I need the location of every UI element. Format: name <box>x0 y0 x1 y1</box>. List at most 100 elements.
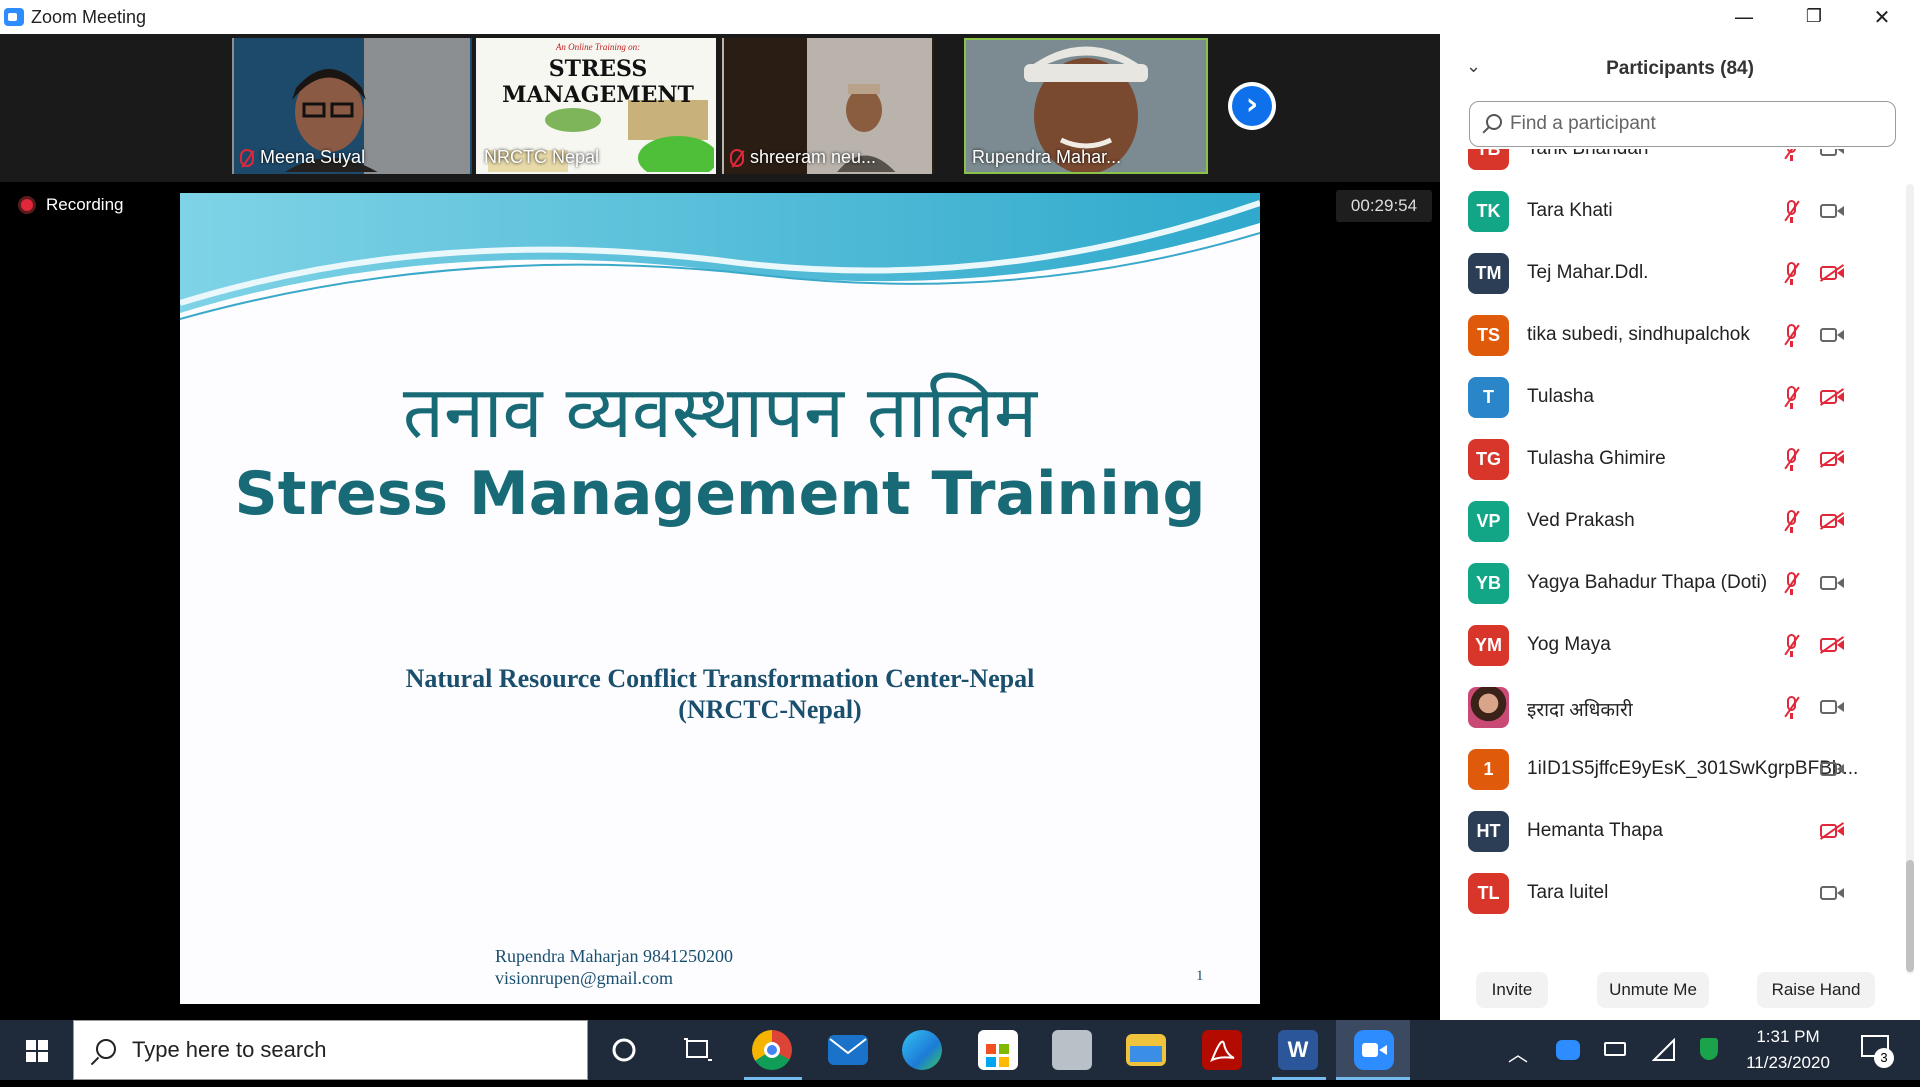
participant-name: Ved Prakash <box>1527 510 1635 531</box>
file-explorer-icon[interactable] <box>1126 1034 1166 1066</box>
mic-muted-icon[interactable] <box>1782 149 1800 162</box>
cortana-icon[interactable] <box>592 1020 656 1080</box>
video-camera-icon[interactable] <box>1820 202 1844 220</box>
notification-center-icon[interactable]: 3 <box>1860 1034 1894 1068</box>
taskbar-clock[interactable]: 1:31 PM 11/23/2020 <box>1728 1024 1848 1076</box>
slide-title-english: Stress Management Training <box>234 459 1206 529</box>
invite-button[interactable]: Invite <box>1476 972 1548 1008</box>
participant-list: TB Tank Bhandari TK Tara Khati TM Tej Mahar.D… <box>1440 149 1908 974</box>
mic-muted-icon[interactable] <box>1782 696 1800 720</box>
video-camera-icon[interactable] <box>1820 149 1844 158</box>
video-thumbnail-nrctc[interactable]: An Online Training on: STRESS MANAGEMENT… <box>476 38 716 174</box>
unmute-me-button[interactable]: Unmute Me <box>1597 972 1709 1008</box>
avatar <box>1468 687 1509 728</box>
recording-indicator[interactable]: Recording <box>18 195 124 215</box>
scanner-icon[interactable] <box>1052 1030 1092 1070</box>
participant-row[interactable]: TL Tara luitel <box>1440 863 1908 925</box>
taskbar-search-input[interactable] <box>132 1035 572 1065</box>
start-button[interactable] <box>6 1020 66 1080</box>
participant-name: Tara Khati <box>1527 200 1613 221</box>
shared-screen-slide: तनाव व्यवस्थापन तालिम Stress Management … <box>180 193 1260 1004</box>
tray-overflow-icon[interactable]: ︿ <box>1508 1038 1528 1067</box>
video-camera-icon[interactable] <box>1820 574 1844 592</box>
video-camera-icon[interactable] <box>1820 326 1844 344</box>
scrollbar-thumb[interactable] <box>1906 860 1914 972</box>
participant-search-input[interactable] <box>1510 110 1880 138</box>
video-camera-icon[interactable] <box>1820 760 1844 778</box>
mic-muted-icon[interactable] <box>1782 634 1800 658</box>
video-thumbnail-meena[interactable]: Meena Suyal <box>232 38 472 174</box>
store-icon[interactable] <box>978 1030 1018 1070</box>
mic-muted-icon[interactable] <box>1782 448 1800 472</box>
participant-row[interactable]: 1 1iID1S5jffcE9yEsK_301SwKgrpBFBb... <box>1440 739 1908 801</box>
next-page-button[interactable]: › <box>1228 82 1276 130</box>
participant-row[interactable]: इरादा अधिकारी <box>1440 677 1908 739</box>
video-thumbnail-shreeram[interactable]: shreeram neu... <box>722 38 934 174</box>
video-off-icon[interactable] <box>1820 822 1844 840</box>
mic-muted-icon[interactable] <box>1782 386 1800 410</box>
participant-row[interactable]: T Tulasha <box>1440 367 1908 429</box>
thumbnail-name: Rupendra Mahar... <box>972 147 1122 167</box>
battery-icon[interactable] <box>1604 1042 1626 1056</box>
mic-muted-icon[interactable] <box>1782 262 1800 286</box>
participant-row[interactable]: TM Tej Mahar.Ddl. <box>1440 243 1908 305</box>
mic-muted-icon[interactable] <box>1782 510 1800 534</box>
slide-wave-decoration <box>180 193 1260 320</box>
search-icon <box>96 1039 116 1059</box>
video-off-icon[interactable] <box>1820 388 1844 406</box>
mic-muted-icon[interactable] <box>1782 200 1800 224</box>
taskbar-search[interactable] <box>73 1020 588 1080</box>
video-off-icon[interactable] <box>1820 636 1844 654</box>
panel-header: ⌄ Participants (84) <box>1440 52 1920 88</box>
video-off-icon[interactable] <box>1820 264 1844 282</box>
thumbnail-name: Meena Suyal <box>240 147 365 168</box>
mail-icon[interactable] <box>828 1035 868 1065</box>
participant-name: Yog Maya <box>1527 634 1611 655</box>
participant-list-scrollbar[interactable] <box>1906 184 1914 974</box>
participant-name: Tank Bhandari <box>1527 149 1648 160</box>
security-shield-icon[interactable] <box>1700 1038 1718 1060</box>
participant-row[interactable]: VP Ved Prakash <box>1440 491 1908 553</box>
participant-row[interactable]: HT Hemanta Thapa <box>1440 801 1908 863</box>
panel-actions: Invite Unmute Me Raise Hand <box>1440 964 1920 1016</box>
participant-name: Tulasha Ghimire <box>1527 448 1666 469</box>
wifi-icon[interactable] <box>1651 1037 1676 1067</box>
mic-muted-icon <box>240 148 254 167</box>
acrobat-icon[interactable] <box>1202 1030 1242 1070</box>
zoom-taskbar-item[interactable] <box>1336 1020 1410 1080</box>
participant-row[interactable]: YM Yog Maya <box>1440 615 1908 677</box>
video-camera-icon[interactable] <box>1820 884 1844 902</box>
edge-icon[interactable] <box>902 1030 942 1070</box>
thumbnail-banner: An Online Training on: <box>555 42 641 52</box>
participant-row[interactable]: TG Tulasha Ghimire <box>1440 429 1908 491</box>
participant-row[interactable]: TK Tara Khati <box>1440 181 1908 243</box>
word-icon[interactable]: W <box>1278 1030 1318 1070</box>
video-thumbnail-rupendra[interactable]: Rupendra Mahar... <box>964 38 1208 174</box>
avatar: TM <box>1468 253 1509 294</box>
window-title: Zoom Meeting <box>31 7 147 27</box>
participants-title: Participants (84) <box>1606 58 1754 79</box>
participant-search[interactable] <box>1469 101 1896 147</box>
task-view-icon[interactable] <box>666 1020 730 1080</box>
video-off-icon[interactable] <box>1820 512 1844 530</box>
meeting-area: Meena Suyal An Online Training on: STRES… <box>0 34 1440 1020</box>
raise-hand-button[interactable]: Raise Hand <box>1757 972 1875 1008</box>
chrome-icon[interactable] <box>752 1030 792 1070</box>
video-off-icon[interactable] <box>1820 450 1844 468</box>
zoom-tray-icon[interactable] <box>1556 1040 1580 1060</box>
avatar: YM <box>1468 625 1509 666</box>
avatar: YB <box>1468 563 1509 604</box>
restore-button[interactable]: ❐ <box>1784 2 1844 32</box>
participant-row[interactable]: TS tika subedi, sindhupalchok <box>1440 305 1908 367</box>
minimize-button[interactable]: — <box>1714 2 1774 32</box>
participant-row[interactable]: YB Yagya Bahadur Thapa (Doti) <box>1440 553 1908 615</box>
thumbnail-slide-title: STRESS MANAGEMENT <box>502 56 694 108</box>
close-button[interactable]: ✕ <box>1852 2 1912 32</box>
windows-logo-icon <box>26 1040 36 1050</box>
mic-muted-icon[interactable] <box>1782 572 1800 596</box>
windows-taskbar: W ︿ 1:31 PM 11/23/2020 3 <box>0 1020 1920 1080</box>
participant-row[interactable]: TB Tank Bhandari <box>1440 149 1908 181</box>
meeting-timer: 00:29:54 <box>1336 190 1432 222</box>
video-camera-icon[interactable] <box>1820 698 1844 716</box>
mic-muted-icon[interactable] <box>1782 324 1800 348</box>
